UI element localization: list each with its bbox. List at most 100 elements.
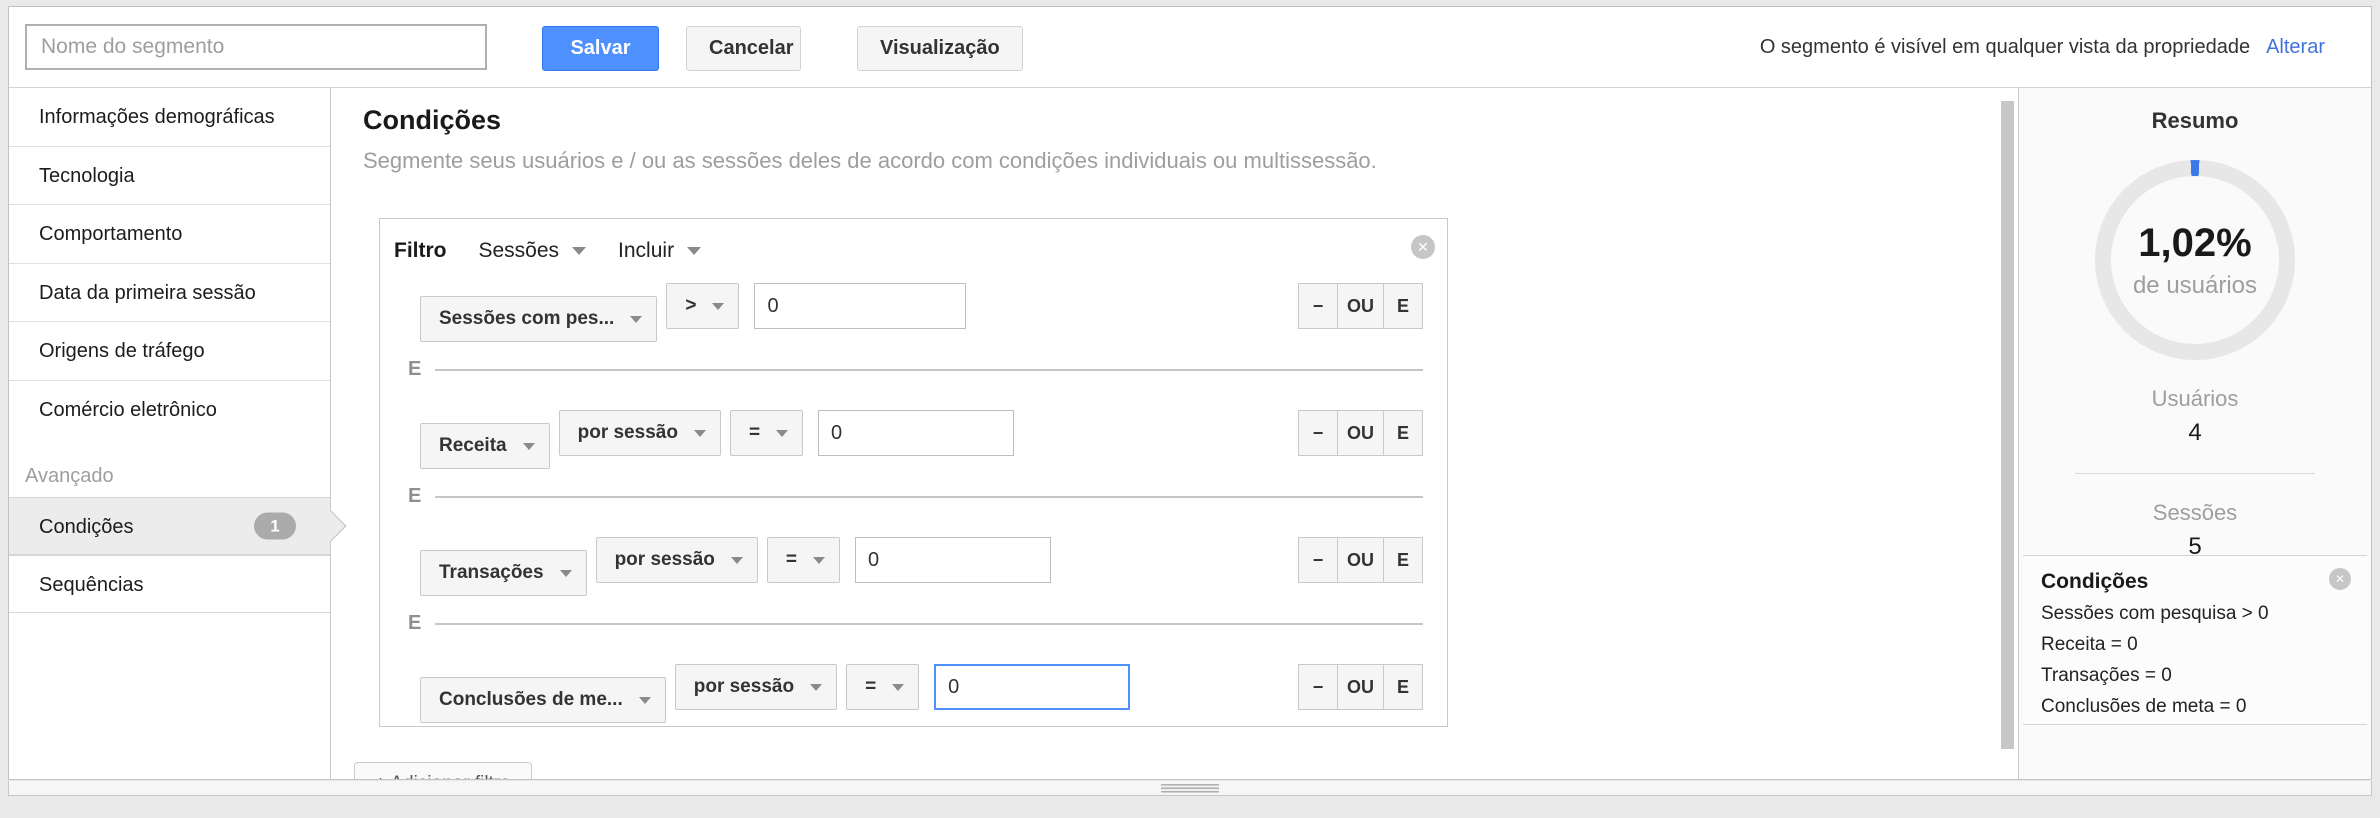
filter-condition-row: Conclusões de me... por sessão = − OU E [420,664,1423,710]
filter-header: Filtro Sessões Incluir ✕ [380,219,1447,269]
filter-scope-value: Sessões [479,239,560,263]
advanced-section-label: Avançado [9,455,330,497]
and-button[interactable]: E [1383,664,1423,710]
condition-value-input[interactable] [818,410,1014,456]
connector-line [435,623,1423,625]
connector-label: E [408,358,421,381]
connector-line [435,369,1423,371]
condition-value-input[interactable] [855,537,1051,583]
chevron-down-icon [813,557,825,564]
sidebar-item-1[interactable]: Informações demográficas [9,88,330,147]
users-metric: Usuários 4 [2019,386,2371,447]
visibility-note: O segmento é visível em qualquer vista d… [1760,36,2250,58]
metric-dropdown[interactable]: Receita [420,423,550,469]
sidebar-item-6[interactable]: Comércio eletrônico [9,381,330,440]
operator-dropdown[interactable]: = [767,537,840,583]
or-button[interactable]: OU [1337,410,1384,456]
visibility-note-area: O segmento é visível em qualquer vista d… [1760,7,2325,88]
or-button[interactable]: OU [1337,283,1384,329]
sidebar-item-4[interactable]: Data da primeira sessão [9,264,330,323]
vertical-scrollbar-thumb[interactable] [2001,101,2014,749]
remove-conditions-icon[interactable]: ✕ [2329,568,2351,590]
conditions-summary-card: Condições ✕ Sessões com pesquisa > 0 Rece… [2023,555,2367,725]
operator-dropdown[interactable]: > [666,283,739,329]
chevron-down-icon [694,430,706,437]
sidebar-item-5[interactable]: Origens de tráfego [9,322,330,381]
users-percent-value: 1,02% [2111,221,2279,266]
filter-condition-row: Receita por sessão = − OU E [420,410,1423,456]
remove-condition-button[interactable]: − [1298,537,1338,583]
sidebar-item-label: Condições [39,516,134,538]
sidebar-item-condições[interactable]: Condições 1 [9,497,330,555]
connector-line [435,496,1423,498]
users-donut-chart: 1,02% de usuários [2095,160,2295,360]
summary-title: Resumo [2019,108,2371,134]
chevron-down-icon [560,570,572,577]
chevron-down-icon [731,557,743,564]
or-button[interactable]: OU [1337,537,1384,583]
cancel-button[interactable]: Cancelar [686,26,801,71]
filter-scope-dropdown[interactable]: Sessões [479,239,587,263]
sidebar-item-3[interactable]: Comportamento [9,205,330,264]
and-button[interactable]: E [1383,283,1423,329]
operator-dropdown[interactable]: = [730,410,803,456]
sessions-label: Sessões [2019,500,2371,526]
conditions-main: Condições Segmente seus usuários e / ou … [331,88,1998,779]
and-button[interactable]: E [1383,537,1423,583]
chevron-down-icon [639,697,651,704]
and-button[interactable]: E [1383,410,1423,456]
scope-dropdown[interactable]: por sessão [559,410,721,456]
filter-card: Filtro Sessões Incluir ✕ Sessões com pes… [379,218,1448,727]
sidebar-item-label: Sequências [39,574,144,596]
scope-dropdown[interactable]: por sessão [596,537,758,583]
filter-mode-value: Incluir [618,239,674,263]
or-button[interactable]: OU [1337,664,1384,710]
condition-value-input[interactable] [754,283,966,329]
chevron-down-icon [687,247,701,255]
chevron-down-icon [892,684,904,691]
save-button[interactable]: Salvar [542,26,659,71]
drag-grip-icon [1161,784,1219,793]
remove-condition-button[interactable]: − [1298,410,1338,456]
condition-summary-line: Transações = 0 [2041,665,2349,687]
sidebar: Informações demográficasTecnologiaCompor… [9,88,331,779]
scope-dropdown[interactable]: por sessão [675,664,837,710]
panel-resize-handle[interactable] [8,781,2372,796]
sidebar-item-2[interactable]: Tecnologia [9,147,330,206]
condition-value-input[interactable] [934,664,1130,710]
chevron-down-icon [776,430,788,437]
chevron-down-icon [572,247,586,255]
change-visibility-link[interactable]: Alterar [2266,36,2325,58]
chevron-down-icon [523,443,535,450]
segment-name-input[interactable] [25,24,487,70]
metric-dropdown[interactable]: Conclusões de me... [420,677,666,723]
page-title: Condições [363,105,1998,136]
chevron-down-icon [712,303,724,310]
users-label: Usuários [2019,386,2371,412]
remove-condition-button[interactable]: − [1298,283,1338,329]
remove-condition-button[interactable]: − [1298,664,1338,710]
sidebar-item-sequências[interactable]: Sequências [9,555,330,613]
metric-dropdown[interactable]: Transações [420,550,587,596]
filter-mode-dropdown[interactable]: Incluir [618,239,701,263]
connector-label: E [408,612,421,635]
conditions-summary-title: Condições [2041,570,2148,593]
condition-summary-line: Receita = 0 [2041,634,2349,656]
chevron-down-icon [630,316,642,323]
operator-dropdown[interactable]: = [846,664,919,710]
and-connector: E [420,456,1423,537]
remove-filter-icon[interactable]: ✕ [1411,235,1435,259]
summary-panel: Resumo 1,02% de usuários Usuários 4 Sess… [2018,88,2371,779]
metric-dropdown[interactable]: Sessões com pes... [420,296,657,342]
condition-summary-line: Conclusões de meta = 0 [2041,696,2349,718]
add-filter-button[interactable]: + Adicionar filtro [354,762,532,780]
users-percent-caption: de usuários [2111,272,2279,300]
donut-center: 1,02% de usuários [2111,176,2279,344]
filter-condition-row: Sessões com pes... > − OU E [420,283,1423,329]
filter-count-badge: 1 [254,513,296,540]
condition-summary-line: Sessões com pesquisa > 0 [2041,603,2349,625]
vertical-scrollbar-track[interactable] [1998,88,2018,779]
preview-button[interactable]: Visualização [857,26,1023,71]
chevron-down-icon [810,684,822,691]
summary-divider [2075,473,2315,474]
